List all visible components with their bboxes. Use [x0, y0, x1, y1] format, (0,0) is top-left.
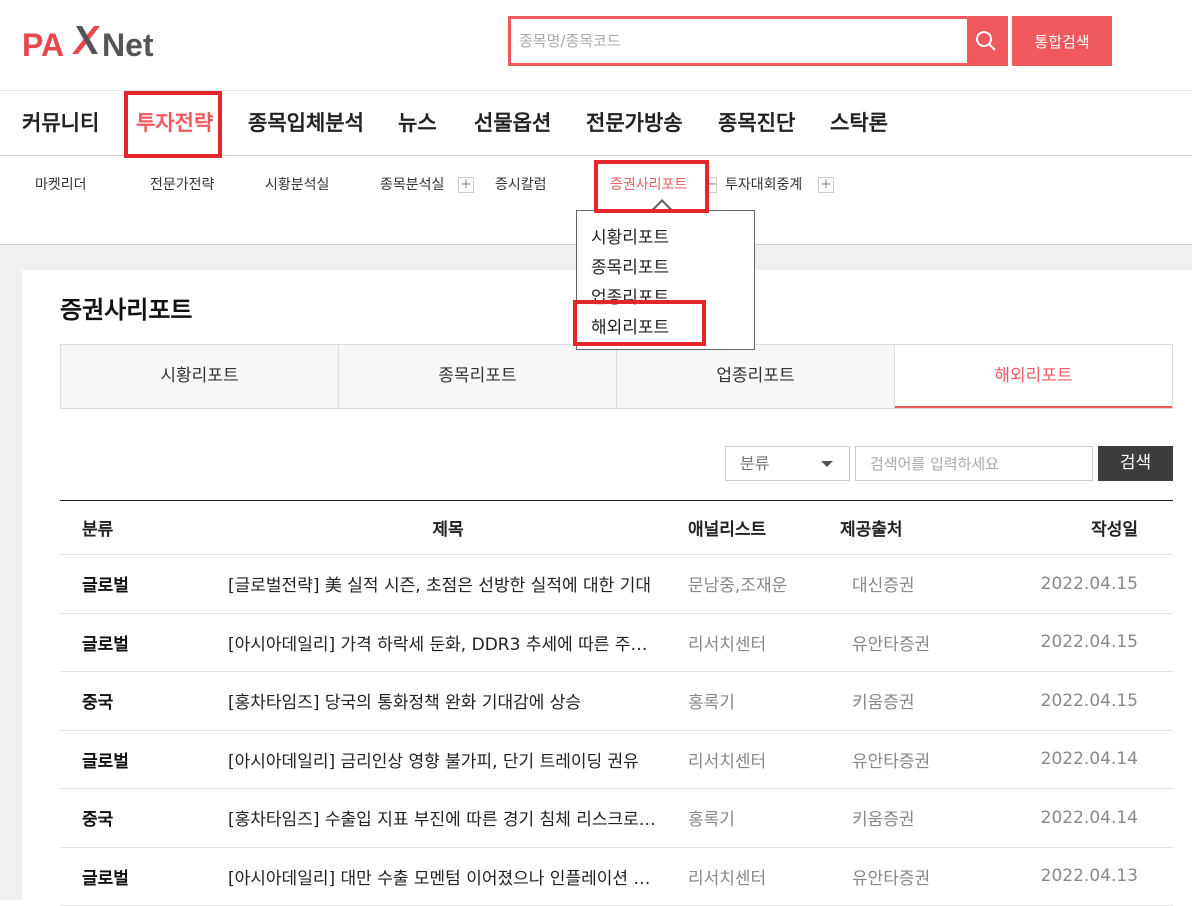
header-date: 작성일	[1020, 501, 1138, 554]
row-analyst: 홍록기	[688, 672, 838, 730]
row-title-text: [아시아데일리] 대만 수출 모멘텀 이어졌으나 인플레이션 …	[228, 864, 668, 889]
row-date: 2022.04.14	[1020, 789, 1138, 847]
dropdown-item-overseas-report[interactable]: 해외리포트	[591, 313, 669, 338]
tab-market-report[interactable]: 시황리포트	[61, 345, 339, 408]
table-row[interactable]: 글로벌 [아시아데일리] 대만 수출 모멘텀 이어졌으나 인플레이션 … 리서치센터…	[60, 848, 1173, 906]
category-select[interactable]: 분류	[725, 446, 850, 481]
gnb-item-stock-diagnosis[interactable]: 종목진단	[718, 91, 795, 155]
row-category: 중국	[82, 672, 212, 730]
header-analyst: 애널리스트	[688, 501, 838, 554]
row-title-link[interactable]: [홍차타임즈] 수출입 지표 부진에 따른 경기 침체 리스크로…	[228, 789, 668, 847]
row-title-text: [아시아데일리] 가격 하락세 둔화, DDR3 추세에 따른 주…	[228, 630, 668, 655]
paxnet-logo[interactable]: PA Net	[22, 18, 172, 62]
subnav-item-market-leader[interactable]: 마켓리더	[35, 174, 87, 194]
row-category: 글로벌	[82, 848, 212, 906]
table-row[interactable]: 글로벌 [글로벌전략] 美 실적 시즌, 초점은 선방한 실적에 대한 기대 문남중…	[60, 555, 1173, 614]
dropdown-item-sector-report[interactable]: 업종리포트	[591, 283, 669, 308]
category-select-value: 분류	[740, 454, 769, 473]
row-category: 글로벌	[82, 614, 212, 672]
row-source: 유안타증권	[852, 731, 1012, 789]
header-title: 제목	[228, 501, 668, 554]
table-body: 글로벌 [글로벌전략] 美 실적 시즌, 초점은 선방한 실적에 대한 기대 문남중…	[60, 555, 1173, 906]
dropdown-item-market-report[interactable]: 시황리포트	[591, 223, 669, 248]
row-title-text: [아시아데일리] 금리인상 영향 불가피, 단기 트레이딩 권유	[228, 747, 668, 772]
row-analyst: 리서치센터	[688, 731, 838, 789]
stock-search-input[interactable]	[511, 19, 969, 63]
row-analyst: 홍록기	[688, 789, 838, 847]
search-icon	[975, 30, 997, 52]
row-category: 중국	[82, 789, 212, 847]
row-title-link[interactable]: [홍차타임즈] 당국의 통화정책 완화 기대감에 상승	[228, 672, 668, 730]
row-category: 글로벌	[82, 731, 212, 789]
stock-search-box	[508, 16, 1008, 66]
row-date: 2022.04.15	[1020, 555, 1138, 613]
row-title-link[interactable]: [아시아데일리] 금리인상 영향 불가피, 단기 트레이딩 권유	[228, 731, 668, 789]
svg-text:Net: Net	[102, 27, 154, 62]
table-header: 분류 제목 애널리스트 제공출처 작성일	[60, 500, 1173, 555]
subnav-item-contest-relay[interactable]: 투자대회중계	[725, 174, 802, 194]
gnb-item-investment-strategy[interactable]: 투자전략	[136, 91, 213, 155]
row-analyst: 리서치센터	[688, 614, 838, 672]
dropdown-caret-fill	[652, 202, 672, 212]
row-source: 대신증권	[852, 555, 1012, 613]
subnav-item-broker-report[interactable]: 증권사리포트	[610, 174, 687, 194]
table-row[interactable]: 글로벌 [아시아데일리] 금리인상 영향 불가피, 단기 트레이딩 권유 리서치센터…	[60, 731, 1173, 790]
row-date: 2022.04.14	[1020, 731, 1138, 789]
subnav-item-market-analysis[interactable]: 시황분석실	[265, 174, 329, 194]
row-title-text: [홍차타임즈] 당국의 통화정책 완화 기대감에 상승	[228, 688, 668, 713]
row-title-link[interactable]: [아시아데일리] 가격 하락세 둔화, DDR3 추세에 따른 주…	[228, 614, 668, 672]
gnb-item-stock-loan[interactable]: 스탁론	[830, 91, 888, 155]
header-source: 제공출처	[840, 501, 1000, 554]
svg-text:PA: PA	[22, 27, 64, 62]
row-title-text: [글로벌전략] 美 실적 시즌, 초점은 선방한 실적에 대한 기대	[228, 571, 668, 596]
dropdown-item-stock-report[interactable]: 종목리포트	[591, 253, 669, 278]
keyword-search-input[interactable]	[855, 446, 1093, 481]
row-date: 2022.04.13	[1020, 848, 1138, 906]
gnb-item-news[interactable]: 뉴스	[398, 91, 437, 155]
main-navigation: 커뮤니티 투자전략 종목입체분석 뉴스 선물옵션 전문가방송 종목진단 스탁론	[0, 90, 1192, 156]
table-row[interactable]: 중국 [홍차타임즈] 수출입 지표 부진에 따른 경기 침체 리스크로… 홍록기키움…	[60, 789, 1173, 848]
row-date: 2022.04.15	[1020, 672, 1138, 730]
row-title-link[interactable]: [글로벌전략] 美 실적 시즌, 초점은 선방한 실적에 대한 기대	[228, 555, 668, 613]
table-row[interactable]: 글로벌 [아시아데일리] 가격 하락세 둔화, DDR3 추세에 따른 주… 리서치…	[60, 614, 1173, 673]
expand-plus-icon[interactable]: +	[458, 177, 474, 193]
row-source: 키움증권	[852, 789, 1012, 847]
expand-plus-icon[interactable]: +	[818, 177, 834, 193]
gnb-item-community[interactable]: 커뮤니티	[22, 91, 99, 155]
tab-sector-report[interactable]: 업종리포트	[617, 345, 895, 408]
row-source: 유안타증권	[852, 848, 1012, 906]
row-category: 글로벌	[82, 555, 212, 613]
table-row[interactable]: 중국 [홍차타임즈] 당국의 통화정책 완화 기대감에 상승 홍록기키움증권2022…	[60, 672, 1173, 731]
gnb-item-expert-broadcast[interactable]: 전문가방송	[586, 91, 683, 155]
report-table: 분류 제목 애널리스트 제공출처 작성일 글로벌 [글로벌전략] 美 실적 시즌,…	[60, 500, 1173, 906]
row-analyst: 문남중,조재운	[688, 555, 838, 613]
report-dropdown-menu: 시황리포트 종목리포트 업종리포트 해외리포트	[576, 210, 755, 350]
subnav-item-stock-analysis-room[interactable]: 종목분석실	[380, 174, 444, 194]
header-category: 분류	[82, 501, 212, 554]
row-analyst: 리서치센터	[688, 848, 838, 906]
total-search-button[interactable]: 통합검색	[1012, 16, 1112, 66]
page-title: 증권사리포트	[60, 290, 192, 325]
search-button[interactable]	[967, 19, 1005, 63]
row-title-link[interactable]: [아시아데일리] 대만 수출 모멘텀 이어졌으나 인플레이션 …	[228, 848, 668, 906]
row-title-text: [홍차타임즈] 수출입 지표 부진에 따른 경기 침체 리스크로…	[228, 805, 668, 830]
site-header: PA Net 통합검색	[0, 0, 1192, 90]
row-source: 키움증권	[852, 672, 1012, 730]
row-date: 2022.04.15	[1020, 614, 1138, 672]
subnav-item-market-column[interactable]: 증시칼럼	[495, 174, 547, 194]
tab-stock-report[interactable]: 종목리포트	[339, 345, 617, 408]
subnav-item-expert-strategy[interactable]: 전문가전략	[150, 174, 214, 194]
gnb-item-futures-options[interactable]: 선물옵션	[474, 91, 551, 155]
row-source: 유안타증권	[852, 614, 1012, 672]
chevron-down-icon	[821, 461, 833, 467]
keyword-search-button[interactable]: 검색	[1098, 446, 1173, 481]
tab-overseas-report[interactable]: 해외리포트	[895, 345, 1172, 408]
report-tabs: 시황리포트 종목리포트 업종리포트 해외리포트	[60, 344, 1173, 409]
collapse-minus-icon[interactable]: −	[705, 177, 717, 193]
gnb-item-stock-analysis[interactable]: 종목입체분석	[248, 91, 364, 155]
